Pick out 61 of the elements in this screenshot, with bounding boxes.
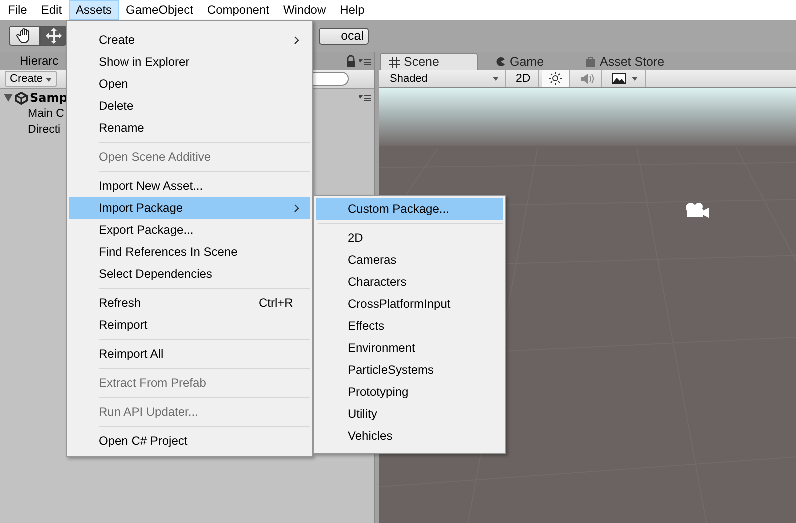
scene-name[interactable]: Samp	[30, 91, 68, 105]
hierarchy-tab[interactable]: Hierarc	[0, 54, 59, 68]
expand-arrow-icon[interactable]	[4, 94, 13, 102]
panel-tab[interactable]: Scene	[380, 53, 478, 70]
hierarchy-item[interactable]: Main C	[28, 108, 64, 120]
menu-item[interactable]: Rename	[69, 117, 310, 139]
options-menu-icon[interactable]	[359, 94, 371, 102]
menu-item[interactable]: Show in Explorer	[69, 51, 310, 73]
menu-item[interactable]: Open	[69, 73, 310, 95]
dropdown-arrow-icon	[632, 76, 638, 80]
menu-item[interactable]: Help	[333, 0, 372, 20]
menu-item[interactable]: 2D	[316, 227, 503, 249]
menu-item[interactable]: Utility	[316, 403, 503, 425]
move-icon	[44, 27, 62, 45]
menu-item[interactable]: Characters	[316, 271, 503, 293]
menu-item[interactable]: Import New Asset...	[69, 175, 310, 197]
panel-tab[interactable]: Game	[488, 53, 568, 70]
hierarchy-item[interactable]: Directi	[28, 124, 61, 136]
shading-dropdown[interactable]: Shaded	[382, 70, 506, 87]
lighting-toggle-button[interactable]	[542, 70, 570, 87]
menu-item[interactable]: Reimport All	[69, 343, 310, 365]
options-menu-icon[interactable]	[359, 58, 371, 66]
menu-item[interactable]: Select Dependencies	[69, 263, 310, 285]
menu-item[interactable]: Assets	[69, 0, 120, 20]
dropdown-arrow-icon	[493, 76, 499, 80]
dropdown-arrow-icon	[46, 78, 52, 82]
menu-item[interactable]: Open C# Project	[69, 430, 310, 452]
move-tool-button[interactable]	[40, 26, 67, 46]
menu-item[interactable]: Vehicles	[316, 425, 503, 447]
menu-item[interactable]: Cameras	[316, 249, 503, 271]
menu-item[interactable]: Environment	[316, 337, 503, 359]
menu-item[interactable]: Create	[69, 29, 310, 51]
grid-icon	[389, 56, 400, 68]
2d-toggle-button[interactable]: 2D	[509, 70, 539, 87]
menu-item[interactable]: File	[1, 0, 34, 20]
menu-item[interactable]: Reimport	[69, 314, 310, 336]
unity-logo-icon	[15, 92, 28, 104]
shopping-bag-icon	[586, 56, 596, 67]
menu-item[interactable]: Edit	[34, 0, 70, 20]
menu-item[interactable]: Component	[200, 0, 276, 20]
menu-item[interactable]: Prototyping	[316, 381, 503, 403]
menu-item[interactable]: Refresh Ctrl+R	[69, 292, 310, 314]
menu-item[interactable]: Custom Package...	[316, 198, 503, 220]
lock-icon[interactable]	[346, 55, 356, 67]
image-icon	[612, 73, 626, 84]
sun-icon	[548, 72, 562, 85]
menu-item[interactable]: Import Package	[69, 197, 310, 219]
pacman-icon	[496, 56, 506, 66]
hand-tool-button[interactable]	[9, 26, 40, 46]
menu-item[interactable]: Delete	[69, 95, 310, 117]
panel-tab[interactable]: Asset Store	[578, 53, 673, 70]
menu-item[interactable]: Find References In Scene	[69, 241, 310, 263]
menu-item[interactable]: GameObject	[119, 0, 200, 20]
menu-item[interactable]: ParticleSystems	[316, 359, 503, 381]
speaker-icon	[580, 72, 594, 84]
menu-item[interactable]: Effects	[316, 315, 503, 337]
menu-item[interactable]: Export Package...	[69, 219, 310, 241]
create-dropdown[interactable]: Create	[5, 71, 58, 87]
menu-item[interactable]: CrossPlatformInput	[316, 293, 503, 315]
pivot-rotation-button[interactable]: ocal	[319, 28, 369, 44]
menu-item[interactable]: Window	[276, 0, 334, 20]
